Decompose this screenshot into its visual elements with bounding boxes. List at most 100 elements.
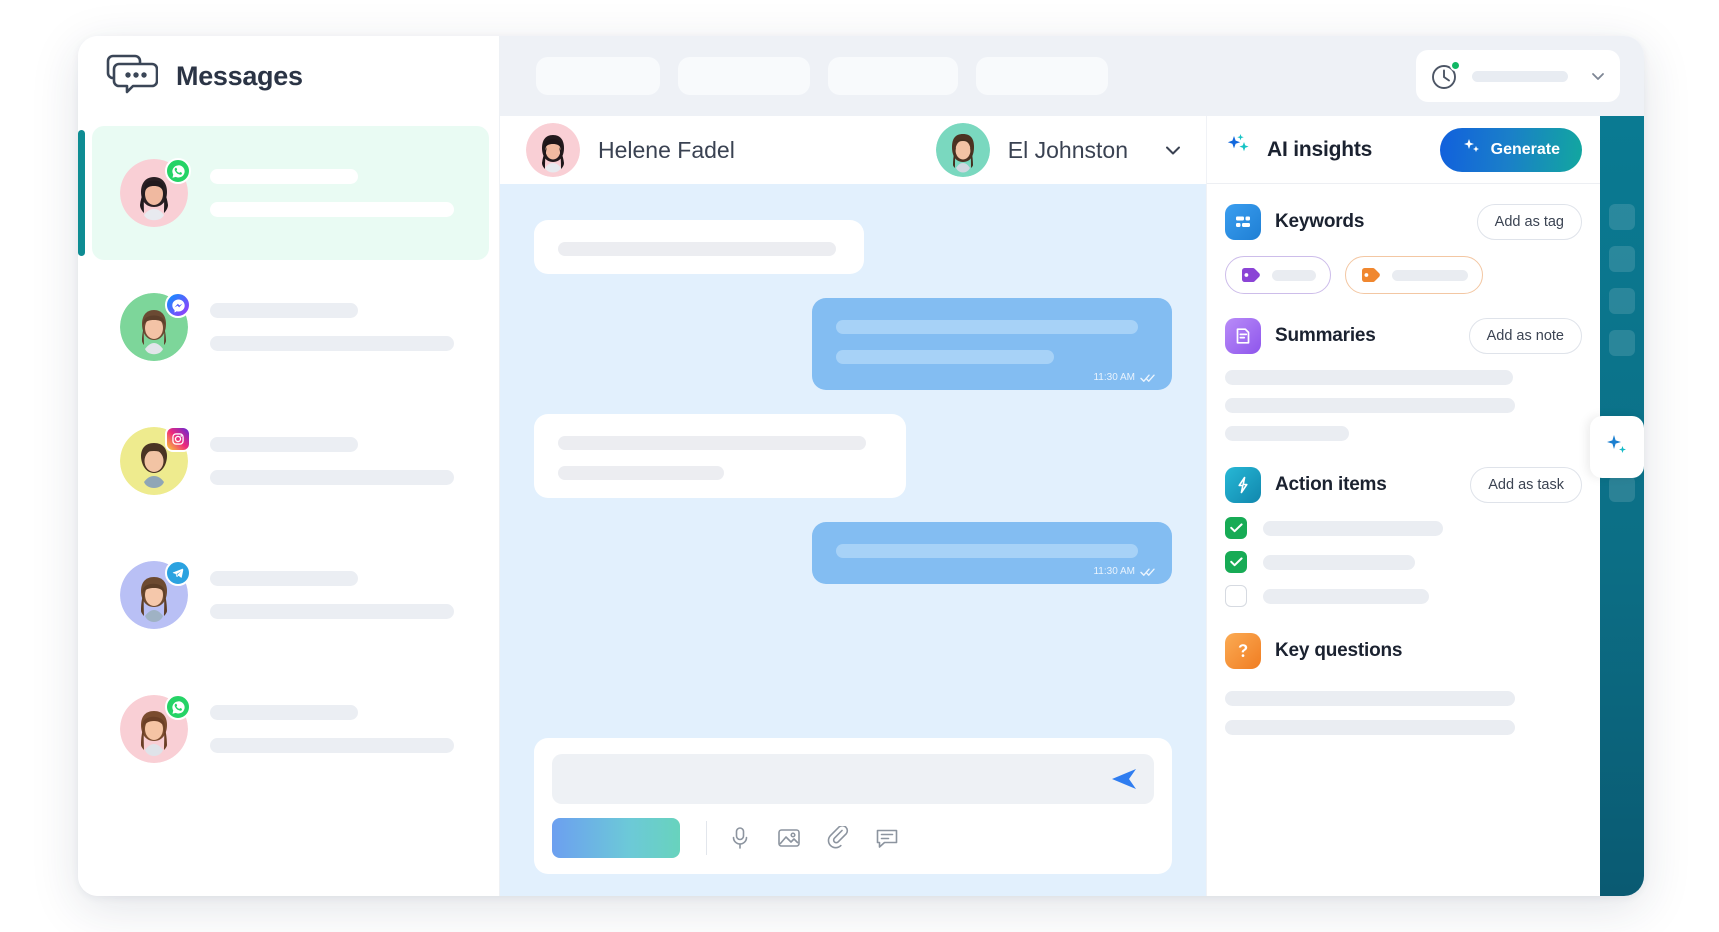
chevron-down-icon[interactable] — [1162, 139, 1184, 161]
brand: Messages — [78, 36, 500, 116]
conversation-item[interactable] — [78, 126, 489, 260]
topbar: Messages — [78, 36, 1644, 116]
document-icon — [1225, 318, 1261, 354]
quick-reply-button[interactable] — [552, 818, 680, 858]
lightning-icon — [1225, 467, 1261, 503]
question-icon — [1225, 633, 1261, 669]
conversation-name — [210, 705, 358, 720]
generate-button[interactable]: Generate — [1439, 127, 1582, 172]
add-as-tag-button[interactable]: Add as tag — [1476, 204, 1582, 240]
action-item[interactable] — [1225, 551, 1582, 573]
status-widget[interactable] — [1416, 50, 1620, 102]
conversation-name — [210, 303, 358, 318]
nav-pill-4[interactable] — [976, 57, 1108, 95]
checkbox-unchecked-icon[interactable] — [1225, 585, 1247, 607]
agent-avatar — [935, 123, 990, 177]
template-icon[interactable] — [875, 827, 899, 849]
composer — [500, 732, 1206, 896]
conversation-snippet — [210, 202, 454, 217]
nav-pill-2[interactable] — [678, 57, 810, 95]
message-bubble-incoming — [534, 220, 864, 274]
nav-pill-1[interactable] — [536, 57, 660, 95]
message-timestamp: 11:30 AM — [1093, 372, 1135, 383]
action-item[interactable] — [1225, 517, 1582, 539]
avatar — [120, 292, 191, 361]
conversation-snippet — [210, 738, 454, 753]
conversation-preview — [210, 303, 467, 351]
summaries-title: Summaries — [1275, 325, 1376, 346]
contact-name: Helene Fadel — [598, 136, 735, 163]
conversation-item[interactable] — [92, 528, 489, 662]
tag-icon — [1240, 267, 1262, 283]
conversation-list[interactable] — [78, 116, 500, 896]
conversation-preview — [210, 571, 467, 619]
conversation-preview — [210, 705, 467, 753]
rail-item[interactable] — [1609, 246, 1635, 272]
image-icon[interactable] — [777, 827, 801, 849]
read-receipt-icon — [1140, 567, 1156, 577]
add-as-note-button[interactable]: Add as note — [1468, 318, 1582, 354]
conversation-item[interactable] — [92, 260, 489, 394]
conversation-name — [210, 571, 358, 586]
chevron-down-icon[interactable] — [1590, 68, 1606, 84]
contact-avatar — [526, 123, 580, 177]
status-value — [1472, 70, 1568, 82]
add-as-task-button[interactable]: Add as task — [1470, 467, 1582, 503]
chat-header: Helene Fadel El Johnston — [500, 116, 1206, 184]
conversation-item[interactable] — [92, 662, 489, 796]
rail-item[interactable] — [1609, 204, 1635, 230]
keyword-tags — [1225, 256, 1582, 294]
keyword-tag[interactable] — [1225, 256, 1331, 294]
conversation-snippet — [210, 470, 454, 485]
insights-header: AI insights Generate — [1207, 116, 1600, 184]
chat-contact[interactable]: Helene Fadel — [526, 123, 735, 177]
key-questions-title: Key questions — [1275, 640, 1403, 661]
clock-icon — [1430, 60, 1461, 91]
ai-rail-tab[interactable] — [1590, 416, 1644, 478]
assigned-agent[interactable]: El Johnston — [935, 123, 1184, 177]
keyword-label — [1392, 269, 1468, 281]
avatar — [120, 694, 191, 763]
rail-item[interactable] — [1609, 288, 1635, 314]
message-list[interactable]: 11:30 AM 11:30 AM — [500, 184, 1206, 732]
rail-item[interactable] — [1609, 330, 1635, 356]
avatar — [120, 426, 191, 495]
send-icon[interactable] — [1110, 766, 1138, 792]
message-text — [836, 350, 1054, 364]
message-row: 11:30 AM — [534, 522, 1172, 584]
right-rail[interactable] — [1590, 116, 1644, 896]
action-items-title: Action items — [1275, 474, 1387, 495]
telegram-badge-icon — [165, 560, 191, 586]
avatar — [120, 560, 191, 629]
checkbox-checked-icon[interactable] — [1225, 517, 1247, 539]
conversation-snippet — [210, 336, 454, 351]
toolbar-divider — [706, 821, 707, 855]
message-input-row[interactable] — [552, 754, 1154, 804]
attachment-icon[interactable] — [827, 826, 849, 850]
insights-content[interactable]: Keywords Add as tag Summaries Add as not… — [1207, 184, 1600, 896]
key-question-line — [1225, 691, 1515, 706]
checkbox-checked-icon[interactable] — [1225, 551, 1247, 573]
keyword-tag[interactable] — [1345, 256, 1483, 294]
summary-line — [1225, 426, 1349, 441]
agent-name: El Johnston — [1007, 136, 1128, 163]
status-dot — [1450, 60, 1461, 71]
nav-pill-3[interactable] — [828, 57, 958, 95]
conversation-item[interactable] — [92, 394, 489, 528]
chat-bubbles-icon — [106, 54, 159, 99]
instagram-badge-icon — [165, 426, 191, 452]
rail-item[interactable] — [1609, 476, 1635, 502]
message-text — [558, 436, 866, 450]
insights-title: AI insights — [1267, 137, 1373, 161]
action-item[interactable] — [1225, 585, 1582, 607]
sparkles-icon — [1225, 132, 1255, 167]
action-item-label — [1263, 554, 1415, 570]
key-question-line — [1225, 720, 1515, 735]
composer-toolbar — [552, 818, 1154, 858]
keyword-label — [1272, 269, 1316, 281]
tag-icon — [1360, 267, 1382, 283]
message-meta: 11:30 AM — [1093, 372, 1156, 383]
sparkle-icon — [1604, 432, 1630, 463]
keywords-title: Keywords — [1275, 211, 1365, 232]
microphone-icon[interactable] — [729, 826, 751, 850]
